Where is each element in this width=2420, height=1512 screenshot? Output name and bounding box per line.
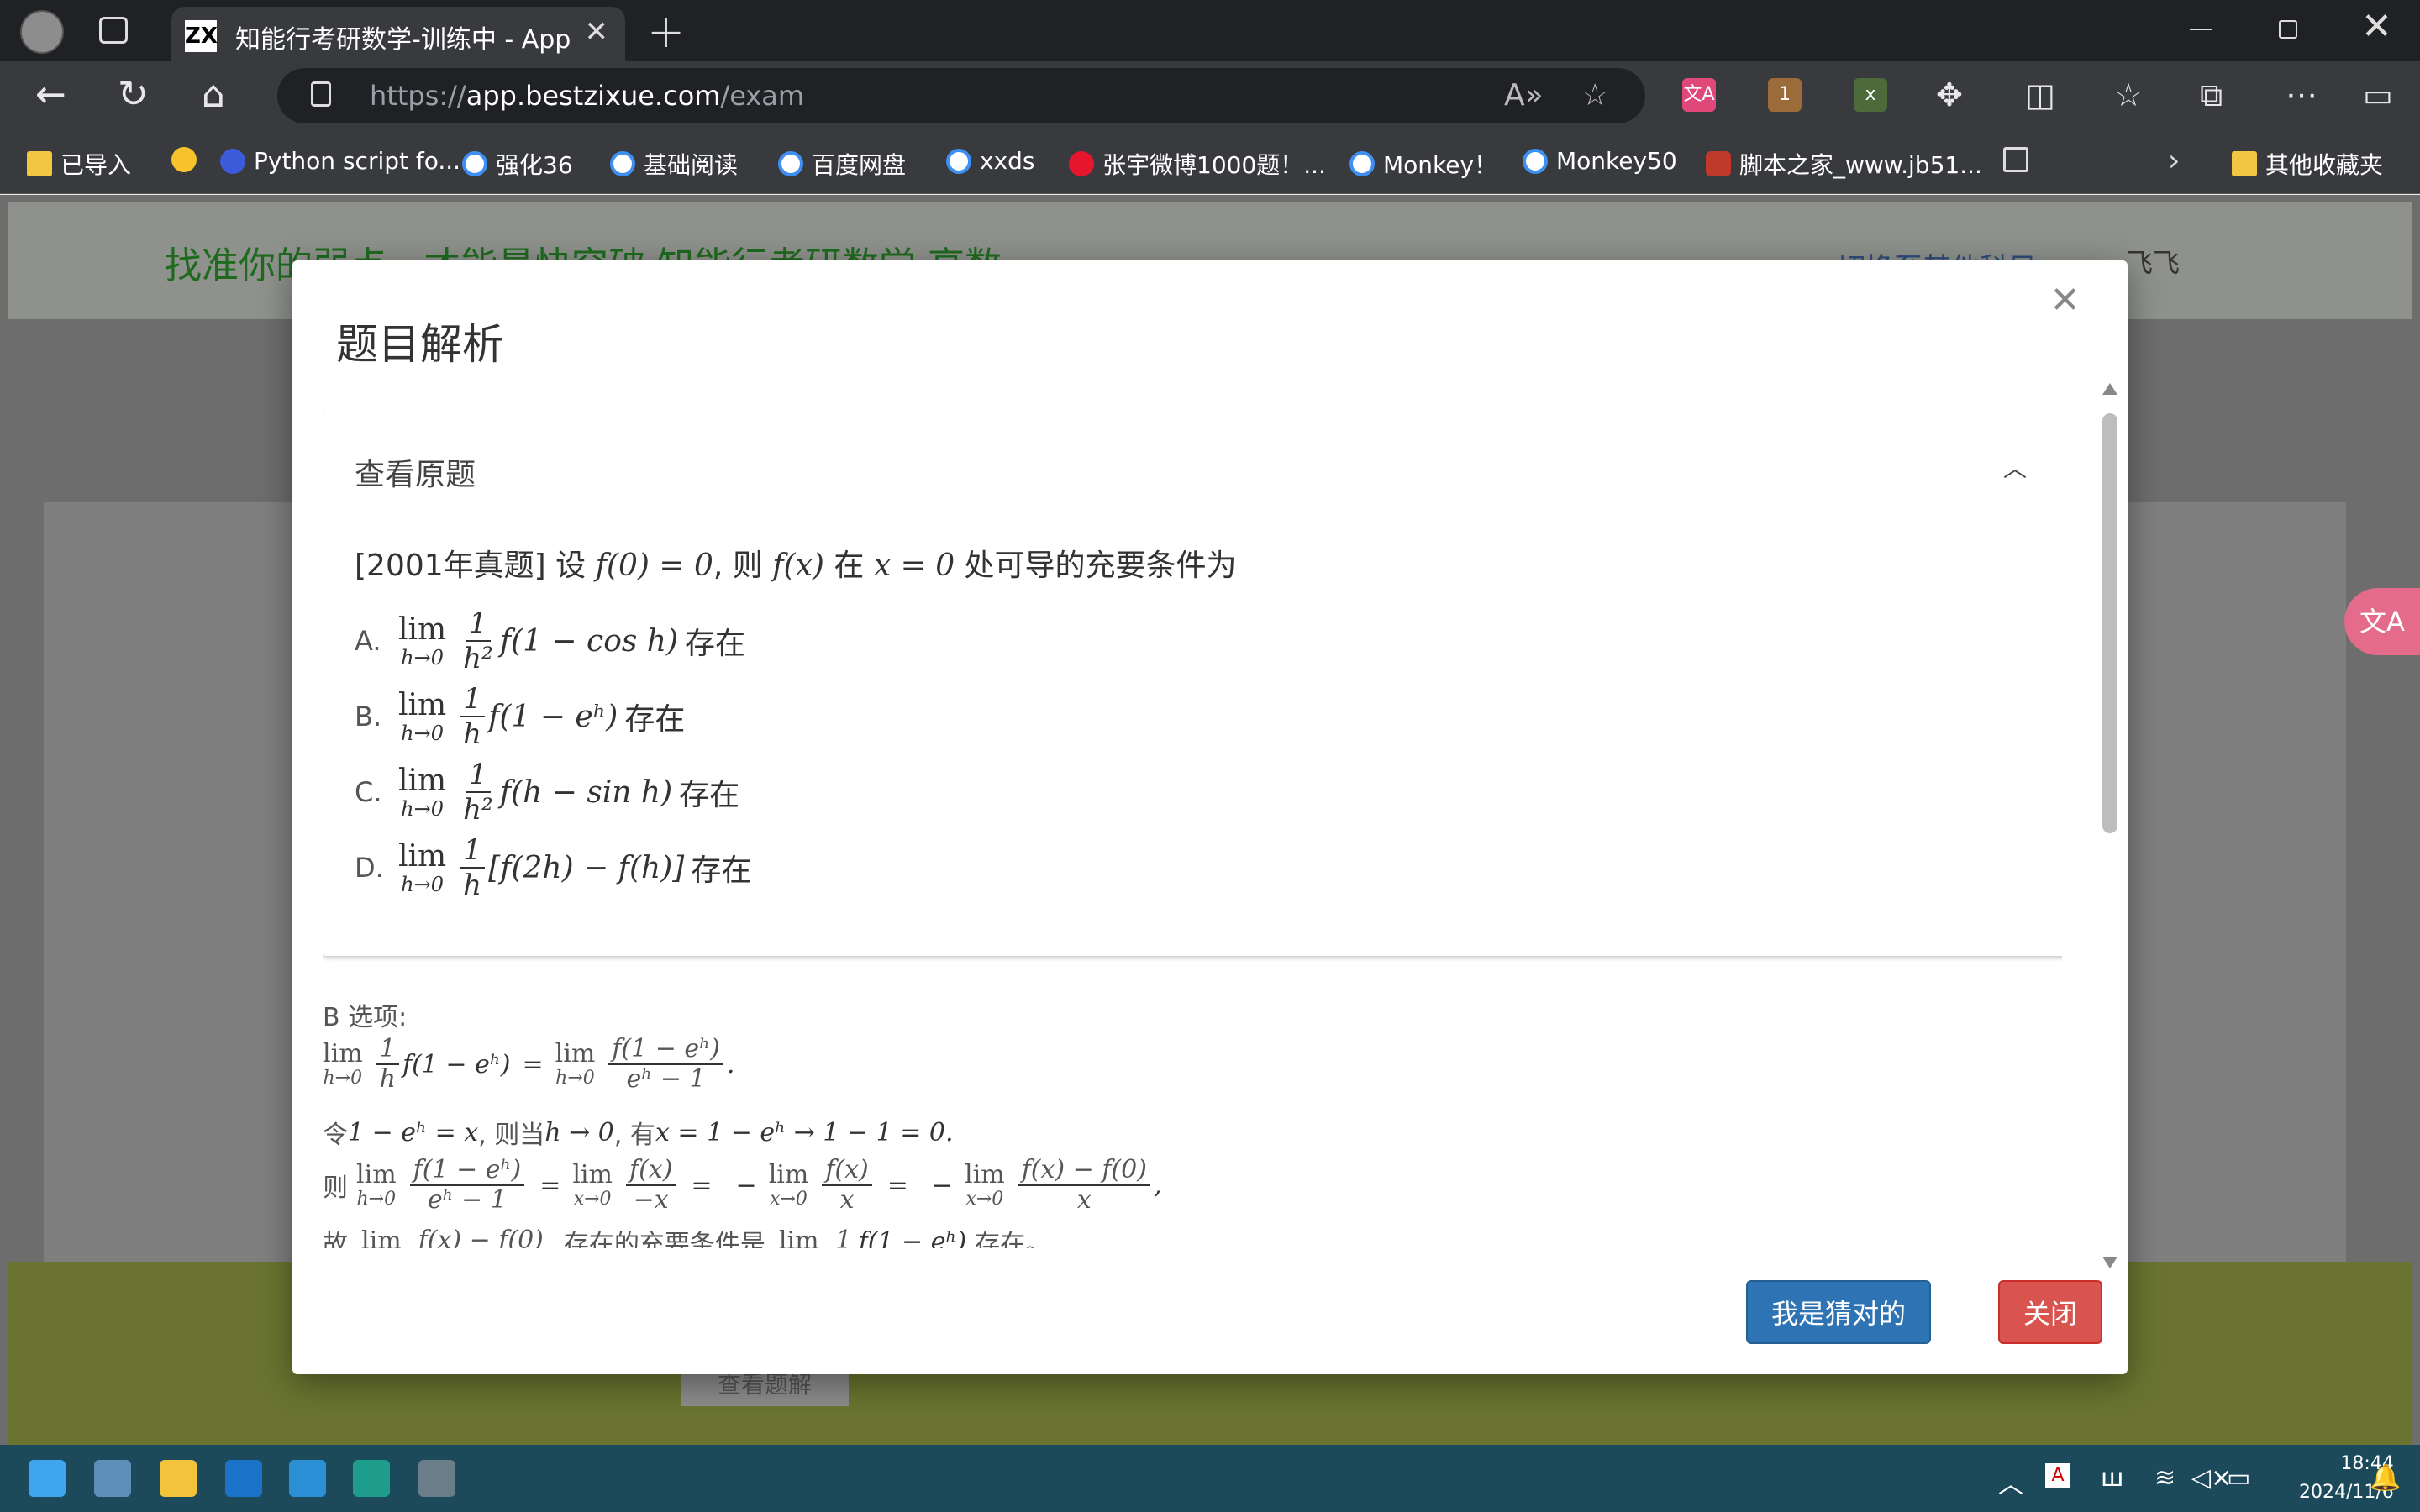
minimize-icon[interactable] bbox=[2190, 29, 2212, 30]
browser-toolbar: ← ↻ ⌂ https://app.bestzixue.com/exam A» … bbox=[0, 61, 2420, 132]
tab-title: 知能行考研数学-训练中 - App bbox=[235, 25, 571, 55]
scroll-down-arrow-icon[interactable] bbox=[2102, 1257, 2118, 1268]
favorites-icon[interactable]: ☆ bbox=[2114, 76, 2143, 113]
cloud-icon bbox=[778, 151, 803, 176]
tray-app-a-icon[interactable]: A bbox=[2045, 1463, 2070, 1488]
option-b: B. lim h→0 1h f(1 − eʰ) 存在 bbox=[355, 682, 686, 751]
sidebar-toggle-icon[interactable]: ▭ bbox=[2363, 76, 2393, 113]
tab-actions-icon[interactable] bbox=[99, 17, 128, 44]
translate-float-icon[interactable]: 文A bbox=[2344, 588, 2420, 655]
restore-icon[interactable] bbox=[2279, 20, 2297, 39]
tab-close-icon[interactable]: ✕ bbox=[585, 15, 609, 49]
file-icon bbox=[2003, 147, 2028, 172]
bookmark-xxds[interactable]: xxds bbox=[946, 147, 1035, 175]
widgets-icon[interactable] bbox=[94, 1460, 131, 1497]
split-screen-icon[interactable]: ◫ bbox=[2025, 76, 2055, 113]
site-favicon-icon: ZX bbox=[185, 20, 218, 52]
folder-icon bbox=[27, 151, 52, 176]
solution-line-1: lim h→0 1h f(1 − eʰ) = lim h→0 f(1 − eʰ) eʰ… bbox=[323, 1034, 735, 1094]
bookmarks-bar: 已导入 Python script fo... 强化36 基础阅读 百度网盘 x… bbox=[0, 132, 2420, 194]
favorite-star-icon[interactable]: ☆ bbox=[1581, 78, 1608, 113]
option-a: A. lim h→0 1 h² f(1 − cos h) 存在 bbox=[355, 606, 746, 675]
bookmark-baidu-pan[interactable]: 百度网盘 bbox=[778, 147, 906, 181]
bookmark-file[interactable] bbox=[2003, 147, 2028, 172]
solution-line-4: 故 lim f(x) − f(0) 存在的充要条件是 lim 1 f(1 − e… bbox=[323, 1223, 1050, 1249]
bookmark-jb51[interactable]: 脚本之家_www.jb51... bbox=[1706, 147, 1982, 181]
cloud-icon bbox=[1349, 151, 1375, 176]
bookmark-zhangyu-weibo[interactable]: 张宇微博1000题！... bbox=[1069, 147, 1326, 181]
new-tab-icon[interactable]: + bbox=[647, 5, 685, 58]
view-original-question-toggle[interactable]: 查看原题 bbox=[355, 450, 476, 494]
bookmark-jichu-yuedu[interactable]: 基础阅读 bbox=[610, 147, 738, 181]
read-aloud-icon[interactable]: A» bbox=[1504, 78, 1544, 113]
bookmark-monkey50[interactable]: Monkey50 bbox=[1523, 147, 1677, 175]
title-bar: ZX 知能行考研数学-训练中 - App ✕ + ✕ bbox=[0, 0, 2420, 61]
windows-start-icon[interactable] bbox=[29, 1460, 66, 1497]
emoji-icon bbox=[171, 147, 197, 172]
option-c: C. lim h→0 1 h² f(h − sin h) 存在 bbox=[355, 758, 740, 827]
outlook-icon[interactable] bbox=[225, 1460, 262, 1497]
refresh-icon[interactable]: ↻ bbox=[118, 73, 149, 116]
original-question-panel: 查看原题 ︿ [2001年真题] 设 f(0) = 0, 则 f(x) 在 x … bbox=[323, 408, 2062, 956]
cloud-icon bbox=[946, 148, 971, 174]
bookmark-imported[interactable]: 已导入 bbox=[27, 147, 131, 181]
vscode-icon[interactable] bbox=[289, 1460, 326, 1497]
tray-expand-icon[interactable]: ︿ bbox=[1998, 1463, 2023, 1500]
lock-icon[interactable] bbox=[311, 81, 331, 107]
scroll-up-arrow-icon[interactable] bbox=[2102, 383, 2118, 395]
tray-input-method-icon[interactable]: ш bbox=[2101, 1463, 2123, 1493]
extensions-puzzle-icon[interactable]: ✥ bbox=[1936, 76, 1963, 113]
solution-heading: B 选项: bbox=[323, 1003, 408, 1032]
bookmark-other-favorites[interactable]: 其他收藏夹 bbox=[2232, 147, 2383, 181]
solution-line-2: 令 1 − eʰ = x , 则当 h → 0 , 有 x = 1 − eʰ →… bbox=[323, 1117, 954, 1151]
home-icon[interactable]: ⌂ bbox=[202, 73, 225, 116]
taskbar: ︿ A ш ≋ ◁× ▭ 18:44 2024/11/6 🔔 bbox=[0, 1445, 2420, 1512]
more-menu-icon[interactable]: ⋯ bbox=[2286, 76, 2317, 113]
address-bar[interactable]: https://app.bestzixue.com/exam A» ☆ bbox=[277, 68, 1645, 123]
cloud-icon bbox=[610, 151, 635, 176]
back-icon[interactable]: ← bbox=[35, 73, 66, 116]
scroll-thumb[interactable] bbox=[2102, 413, 2118, 833]
translate-extension-icon[interactable]: 文A bbox=[1682, 78, 1716, 112]
cloud-icon bbox=[1523, 148, 1548, 174]
file-explorer-icon[interactable] bbox=[160, 1460, 197, 1497]
bookmarks-overflow-icon[interactable]: › bbox=[2168, 144, 2180, 178]
option-d: D. lim h→0 1h [f(2h) − f(h)] 存在 bbox=[355, 833, 752, 902]
notification-bell-icon[interactable]: 🔔 bbox=[2370, 1463, 2401, 1493]
spiral-icon bbox=[220, 148, 245, 174]
guessed-correct-button[interactable]: 我是猜对的 bbox=[1746, 1280, 1931, 1344]
monkey-extension-icon[interactable]: 1 bbox=[1768, 78, 1802, 112]
cloud-icon bbox=[462, 151, 487, 176]
bookmark-python-script[interactable]: Python script fo... bbox=[220, 147, 460, 175]
collections-icon[interactable]: ⧉ bbox=[2200, 76, 2223, 114]
modal-scrollbar[interactable] bbox=[2102, 383, 2118, 1268]
bug-extension-icon[interactable]: x bbox=[1854, 78, 1887, 112]
modal-body: 查看原题 ︿ [2001年真题] 设 f(0) = 0, 则 f(x) 在 x … bbox=[323, 408, 2062, 1248]
bookmark-monkey[interactable]: Monkey！ bbox=[1349, 147, 1497, 181]
analysis-modal: 题目解析 ✕ 查看原题 ︿ [2001年真题] 设 f(0) = 0, 则 f(… bbox=[292, 260, 2128, 1374]
profile-avatar[interactable] bbox=[20, 10, 64, 54]
weibo-icon bbox=[1069, 151, 1094, 176]
folder-icon bbox=[2232, 151, 2257, 176]
modal-title: 题目解析 bbox=[336, 320, 504, 369]
volume-muted-icon[interactable]: ◁× bbox=[2191, 1463, 2232, 1493]
bookmark-qianghua36[interactable]: 强化36 bbox=[462, 147, 573, 181]
question-stem: [2001年真题] 设 f(0) = 0, 则 f(x) 在 x = 0 处可导… bbox=[355, 549, 1237, 583]
close-button[interactable]: 关闭 bbox=[1998, 1280, 2102, 1344]
modal-close-icon[interactable]: ✕ bbox=[2049, 279, 2081, 322]
chevron-up-icon[interactable]: ︿ bbox=[2003, 450, 2027, 484]
edge-browser-icon[interactable] bbox=[353, 1460, 390, 1497]
jb51-icon bbox=[1706, 151, 1731, 176]
app-icon[interactable] bbox=[418, 1460, 455, 1497]
wifi-icon[interactable]: ≋ bbox=[2154, 1463, 2175, 1493]
solution-line-3: 则 lim h→0 f(1 − eʰ) eʰ − 1 = lim x→0 f(x) −x… bbox=[323, 1155, 1162, 1215]
username[interactable]: 飞飞 bbox=[2126, 242, 2180, 281]
browser-tab-active[interactable]: ZX 知能行考研数学-训练中 - App ✕ bbox=[171, 7, 625, 61]
bookmark-emoji[interactable] bbox=[171, 147, 197, 172]
battery-icon[interactable]: ▭ bbox=[2227, 1463, 2250, 1493]
window-close-icon[interactable]: ✕ bbox=[2361, 5, 2392, 48]
url-text[interactable]: https://app.bestzixue.com/exam bbox=[370, 80, 804, 112]
